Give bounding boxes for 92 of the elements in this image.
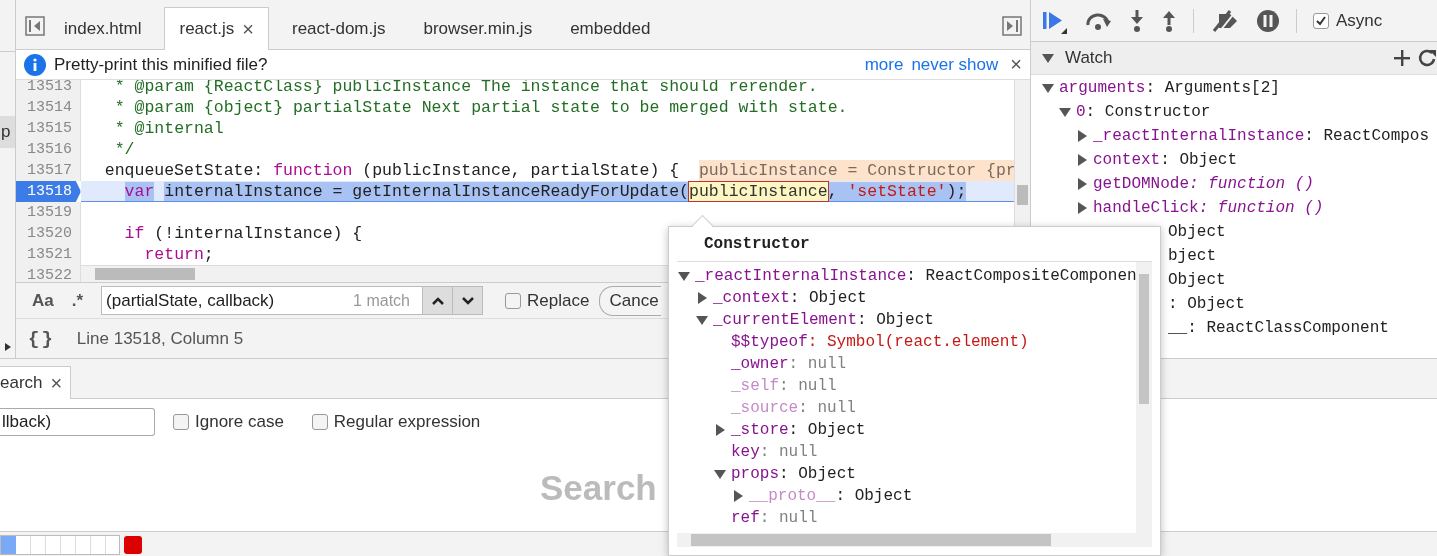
property-row[interactable]: _context: Object [713, 289, 867, 307]
disclosure-triangle-icon[interactable] [695, 291, 709, 305]
option-checkbox[interactable] [173, 414, 189, 430]
disclosure-triangle-icon[interactable] [677, 269, 691, 283]
code-line: enqueueSetState: function (publicInstance, partialState) { [103, 160, 681, 181]
search-tab[interactable]: earch × [0, 366, 72, 399]
checkbox-label: Ignore case [195, 412, 284, 432]
code-line: * @param {object} partialState Next partial state to be merged with state. [113, 97, 848, 118]
disclosure-triangle-icon[interactable] [1041, 51, 1055, 65]
disclosure-triangle-icon[interactable] [1058, 105, 1072, 119]
section-header[interactable]: Watch [1031, 42, 1437, 75]
disclosure-triangle-icon[interactable] [731, 489, 745, 503]
property-row[interactable]: _currentElement: Object [713, 311, 934, 329]
property-row[interactable]: _store: Object [731, 421, 866, 439]
file-tab[interactable]: embedded [555, 7, 666, 49]
property-row[interactable]: _owner: null [731, 355, 847, 373]
file-tab[interactable]: react-dom.js [276, 7, 401, 49]
property-row[interactable]: _reactInternalInstance: ReactCompos [1093, 127, 1430, 145]
property-value: : Object [1168, 295, 1245, 313]
empty-state-title: Search [540, 468, 657, 508]
checkbox-label: Async [1336, 10, 1383, 31]
cursor-position: Line 13518, Column 5 [76, 328, 244, 349]
step-into-icon[interactable] [1129, 8, 1145, 33]
property-row[interactable]: arguments: Arguments[2] [1059, 79, 1280, 97]
property-value: Object [1168, 271, 1226, 289]
close-button[interactable]: × [50, 371, 63, 395]
property-row[interactable]: handleClick: function () [1093, 199, 1324, 217]
property-row[interactable]: _reactInternalInstance: ReactCompositeComponen [695, 267, 1136, 285]
pause-icon[interactable] [1256, 8, 1280, 33]
regex-button[interactable]: .* [65, 290, 90, 311]
property-row[interactable]: getDOMNode: function () [1093, 175, 1314, 193]
stop-icon[interactable] [124, 535, 142, 554]
add-icon[interactable] [1393, 49, 1411, 67]
scrollbar[interactable] [1136, 262, 1152, 533]
match-case-button[interactable]: Aa [26, 290, 60, 311]
popover-title: Constructor [677, 227, 1152, 262]
property-value: Object [1168, 223, 1226, 241]
cancel-button[interactable]: Cance [599, 285, 662, 316]
next-match-button[interactable] [453, 286, 484, 315]
code-line: */ [113, 139, 135, 160]
refresh-icon[interactable] [1417, 48, 1437, 68]
navigator-item[interactable]: p [0, 116, 15, 148]
disclosure-triangle-icon[interactable] [1075, 129, 1089, 143]
file-tab[interactable]: react.js × [164, 7, 269, 50]
chevron-up-icon[interactable] [430, 295, 445, 306]
file-tab[interactable]: index.html [49, 7, 157, 49]
property-row[interactable]: _source: null [731, 399, 856, 417]
breakpoints-off-icon[interactable] [1210, 8, 1240, 33]
sidebar-toggle-icon[interactable] [1002, 16, 1022, 36]
triangle-icon[interactable] [4, 342, 12, 352]
match-count: 1 match [353, 292, 410, 310]
property-row[interactable]: __proto__: Object [749, 487, 913, 505]
code-line: var internalInstance = getInternalInstanceReadyForUpdate(publicInstance, 'setState'); [123, 181, 967, 201]
property-value: bject [1168, 247, 1216, 265]
infobar-message: Pretty-print this minified file? [54, 54, 269, 75]
checkbox-label: Replace [527, 290, 590, 311]
checkbox-label: Regular expression [333, 412, 481, 432]
close-button[interactable]: × [1010, 53, 1022, 76]
replace-checkbox[interactable] [505, 292, 522, 309]
info-icon [24, 53, 46, 76]
disclosure-triangle-icon[interactable] [713, 467, 727, 481]
option-checkbox[interactable] [311, 414, 328, 430]
async-checkbox[interactable] [1313, 12, 1329, 29]
infobar-link[interactable]: more [864, 54, 904, 75]
pretty-print-button[interactable]: {} [28, 327, 55, 350]
property-row[interactable]: ref: null [731, 509, 818, 527]
code-line: * @internal [113, 118, 224, 139]
property-row[interactable]: context: Object [1093, 151, 1238, 169]
property-row[interactable]: 0: Constructor [1076, 103, 1211, 121]
disclosure-triangle-icon[interactable] [713, 423, 727, 437]
execution-line-number[interactable]: 13518 [16, 181, 81, 202]
disclosure-triangle-icon[interactable] [1075, 201, 1089, 215]
infobar-link[interactable]: never show [911, 54, 999, 75]
code-line: return; [143, 244, 214, 265]
close-button[interactable]: × [242, 17, 254, 41]
inline-value: publicInstance = Constructor {pr [698, 160, 1014, 181]
chevron-down-icon[interactable] [460, 295, 475, 306]
property-row[interactable]: props: Object [731, 465, 856, 483]
scrollbar[interactable] [677, 533, 1152, 547]
code-line: if (!internalInstance) { [123, 223, 363, 244]
property-row[interactable]: _self: null [731, 377, 837, 395]
previous-match-button[interactable] [423, 286, 454, 315]
disclosure-triangle-icon[interactable] [1075, 153, 1089, 167]
disclosure-triangle-icon[interactable] [1041, 81, 1055, 95]
property-row[interactable]: $$typeof: Symbol(react.element) [731, 333, 1029, 351]
search-field[interactable]: llback) [0, 408, 155, 436]
disclosure-triangle-icon[interactable] [1075, 177, 1089, 191]
disclosure-triangle-icon[interactable] [695, 313, 709, 327]
file-tab[interactable]: browser.min.js [408, 7, 548, 49]
sidebar-toggle-icon[interactable] [25, 16, 45, 36]
property-value: __: ReactClassComponent [1168, 319, 1389, 337]
property-row[interactable]: key: null [731, 443, 818, 461]
